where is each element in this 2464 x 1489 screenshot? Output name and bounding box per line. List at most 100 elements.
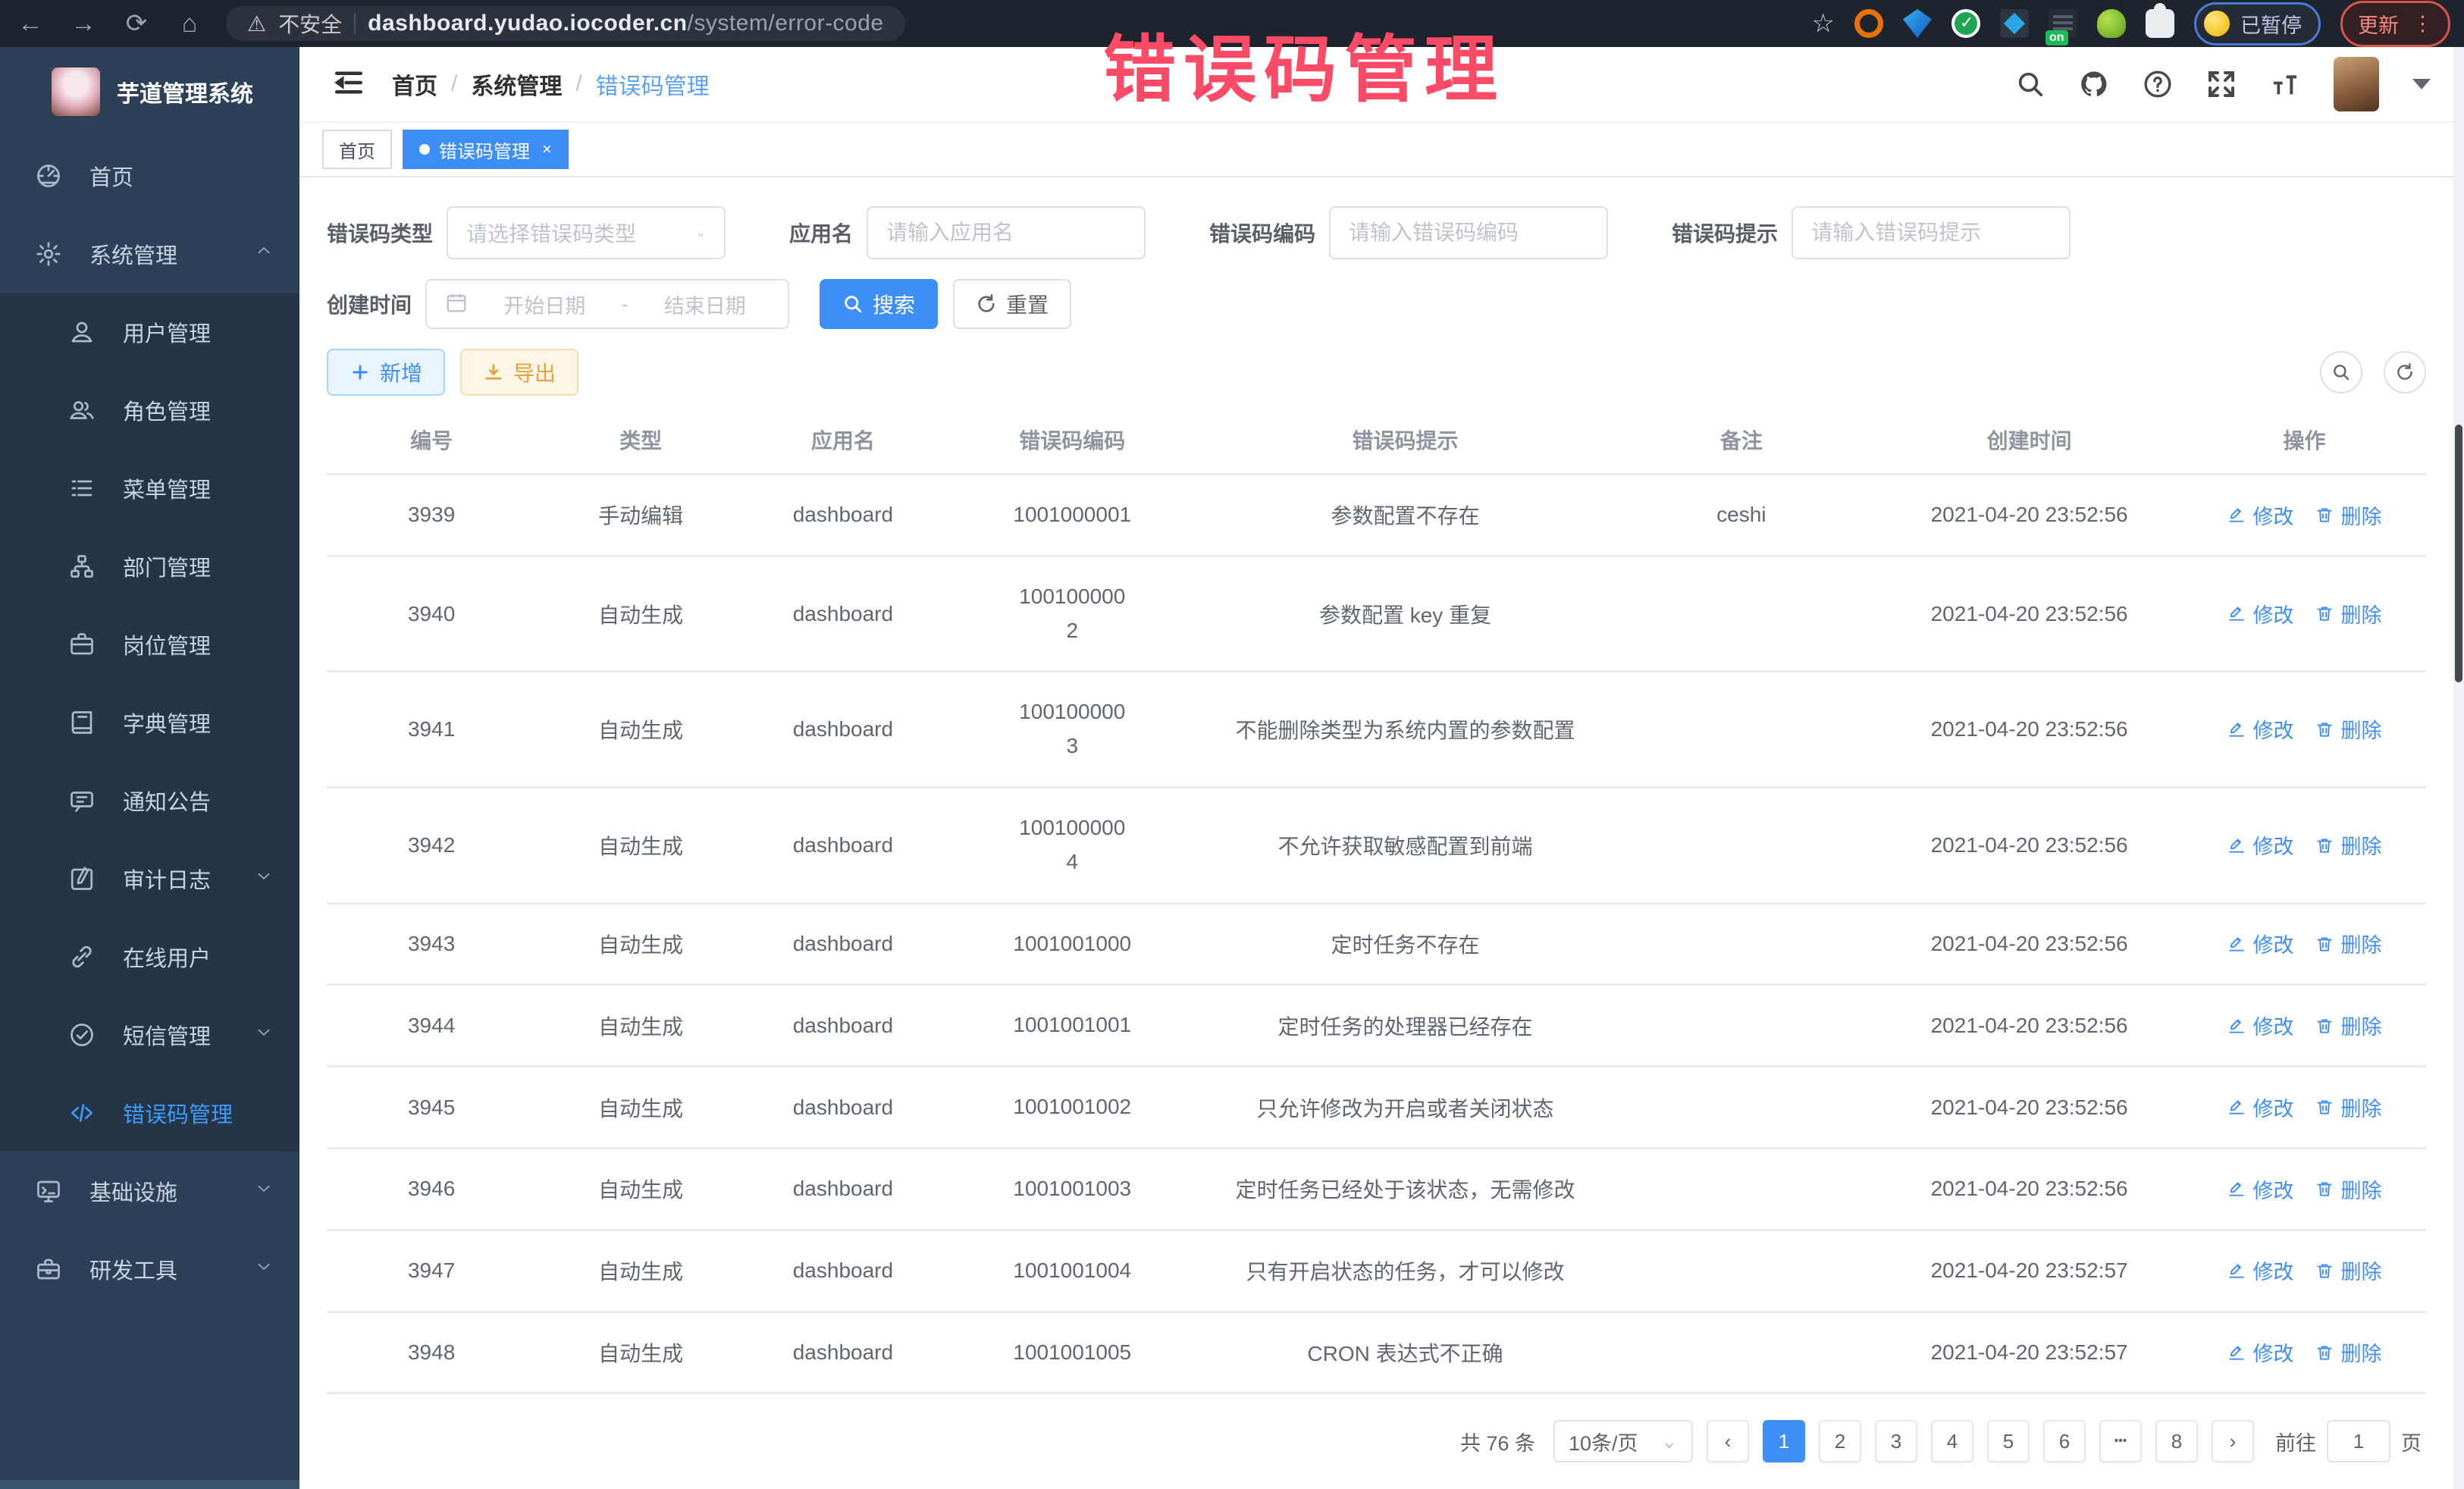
sidebar-item-6[interactable]: 岗位管理: [0, 605, 299, 683]
extensions-puzzle-icon[interactable]: [2146, 9, 2174, 38]
code-input[interactable]: [1349, 221, 1588, 245]
chevron-down-icon[interactable]: [2412, 79, 2431, 89]
delete-link[interactable]: 删除: [2315, 1092, 2381, 1122]
edit-link[interactable]: 修改: [2227, 929, 2293, 958]
delete-link[interactable]: 删除: [2315, 830, 2381, 860]
back-icon[interactable]: ←: [14, 7, 47, 40]
sidebar-item-2[interactable]: 用户管理: [0, 293, 299, 371]
update-button[interactable]: 更新 ⋮: [2340, 1, 2450, 47]
extension-grid-icon[interactable]: [2000, 9, 2029, 38]
sidebar-item-13[interactable]: 基础设施: [0, 1152, 299, 1230]
sidebar-item-11[interactable]: 短信管理: [0, 995, 299, 1074]
page-scrollbar[interactable]: [2453, 47, 2464, 1489]
sidebar-item-0[interactable]: 首页: [0, 136, 299, 215]
cell-memo: [1607, 1148, 1876, 1230]
edit-link[interactable]: 修改: [2227, 830, 2293, 860]
page-button-3[interactable]: 3: [1875, 1420, 1917, 1462]
delete-link[interactable]: 删除: [2315, 1174, 2381, 1204]
hamburger-icon[interactable]: [333, 67, 365, 102]
msg-input[interactable]: [1811, 221, 2051, 245]
kebab-menu-icon[interactable]: ⋮: [2412, 20, 2433, 27]
page-button-8[interactable]: 8: [2155, 1420, 2198, 1462]
sidebar-item-label: 短信管理: [123, 1019, 228, 1051]
edit-link[interactable]: 修改: [2227, 1092, 2293, 1122]
edit-link[interactable]: 修改: [2227, 1255, 2293, 1285]
sidebar-item-1[interactable]: 系统管理: [0, 215, 299, 293]
extension-green-check-icon[interactable]: [1951, 9, 1980, 38]
close-icon[interactable]: ×: [542, 139, 552, 159]
forward-icon[interactable]: →: [67, 7, 100, 40]
sidebar-item-8[interactable]: 通知公告: [0, 761, 299, 839]
sidebar-item-14[interactable]: 研发工具: [0, 1230, 299, 1308]
delete-link[interactable]: 删除: [2315, 714, 2381, 744]
sidebar-item-10[interactable]: 在线用户: [0, 917, 299, 995]
chevron-down-icon: [254, 1256, 274, 1281]
paused-pill[interactable]: 已暂停: [2194, 2, 2321, 45]
sidebar-item-12[interactable]: 错误码管理: [0, 1074, 299, 1152]
app-logo-row[interactable]: 芋道管理系统: [0, 47, 299, 136]
extension-key-icon[interactable]: [2097, 9, 2126, 38]
page-button-2[interactable]: 2: [1819, 1420, 1861, 1462]
export-button[interactable]: 导出: [460, 349, 578, 396]
delete-link[interactable]: 删除: [2315, 500, 2381, 530]
extension-orange-icon[interactable]: [1854, 9, 1883, 38]
sidebar-item-5[interactable]: 部门管理: [0, 527, 299, 605]
type-select[interactable]: 请选择错误码类型 ⌄: [447, 206, 726, 259]
page-button-6[interactable]: 6: [2043, 1420, 2086, 1462]
font-size-icon[interactable]: [2270, 69, 2300, 99]
more-pages-button[interactable]: •••: [2099, 1420, 2142, 1462]
page-button-5[interactable]: 5: [1987, 1420, 2030, 1462]
toggle-search-icon[interactable]: [2320, 351, 2362, 393]
add-button[interactable]: 新增: [327, 349, 445, 396]
table-tools: [2320, 351, 2426, 393]
cell-code: 1001001001: [941, 985, 1204, 1067]
home-icon[interactable]: ⌂: [173, 7, 206, 40]
edit-label: 修改: [2252, 1092, 2293, 1122]
edit-link[interactable]: 修改: [2227, 1174, 2293, 1204]
user-avatar[interactable]: [2334, 57, 2379, 111]
next-page-button[interactable]: ›: [2212, 1420, 2254, 1462]
tag-1[interactable]: 错误码管理×: [403, 130, 569, 169]
bookmark-star-icon[interactable]: ☆: [1812, 8, 1835, 39]
search-button[interactable]: 搜索: [820, 279, 938, 329]
delete-link[interactable]: 删除: [2315, 929, 2381, 958]
extension-gem-icon[interactable]: [1903, 9, 1932, 38]
edit-label: 修改: [2252, 830, 2293, 860]
delete-link[interactable]: 删除: [2315, 1255, 2381, 1285]
breadcrumb-home[interactable]: 首页: [392, 67, 437, 101]
help-icon[interactable]: [2143, 69, 2173, 99]
tag-0[interactable]: 首页: [322, 130, 392, 169]
sidebar-item-7[interactable]: 字典管理: [0, 683, 299, 761]
sidebar-item-9[interactable]: 审计日志: [0, 839, 299, 917]
extension-list-icon[interactable]: on: [2049, 9, 2077, 38]
filter-row-1: 错误码类型 请选择错误码类型 ⌄ 应用名 错误码编码: [327, 206, 2426, 259]
goto-page-input[interactable]: [2327, 1420, 2390, 1462]
delete-link[interactable]: 删除: [2315, 1011, 2381, 1040]
delete-link[interactable]: 删除: [2315, 599, 2381, 629]
prev-page-button[interactable]: ‹: [1707, 1420, 1749, 1462]
address-bar[interactable]: ⚠ 不安全 dashboard.yudao.iocoder.cn/system/…: [226, 6, 905, 41]
search-icon[interactable]: [2015, 69, 2045, 99]
reset-button[interactable]: 重置: [953, 279, 1071, 329]
edit-link[interactable]: 修改: [2227, 500, 2293, 530]
scrollbar-thumb[interactable]: [2455, 425, 2462, 682]
fullscreen-icon[interactable]: [2206, 69, 2237, 99]
page-button-4[interactable]: 4: [1931, 1420, 1973, 1462]
page-button-1[interactable]: 1: [1763, 1420, 1805, 1462]
sidebar-item-4[interactable]: 菜单管理: [0, 449, 299, 527]
cell-actions: 修改删除: [2183, 1312, 2426, 1393]
page-size-select[interactable]: 10条/页 ⌄: [1553, 1420, 1693, 1462]
edit-link[interactable]: 修改: [2227, 1011, 2293, 1040]
refresh-icon[interactable]: [2384, 351, 2426, 393]
reload-icon[interactable]: ⟳: [120, 7, 153, 40]
edit-link[interactable]: 修改: [2227, 714, 2293, 744]
github-icon[interactable]: [2079, 69, 2109, 99]
edit-link[interactable]: 修改: [2227, 1337, 2293, 1367]
cell-time: 2021-04-20 23:52:56: [1876, 903, 2183, 985]
date-range-picker[interactable]: 开始日期 - 结束日期: [425, 279, 789, 329]
sidebar-item-3[interactable]: 角色管理: [0, 371, 299, 449]
app-input[interactable]: [886, 221, 1126, 245]
delete-link[interactable]: 删除: [2315, 1337, 2381, 1367]
breadcrumb-system[interactable]: 系统管理: [471, 67, 562, 101]
edit-link[interactable]: 修改: [2227, 599, 2293, 629]
